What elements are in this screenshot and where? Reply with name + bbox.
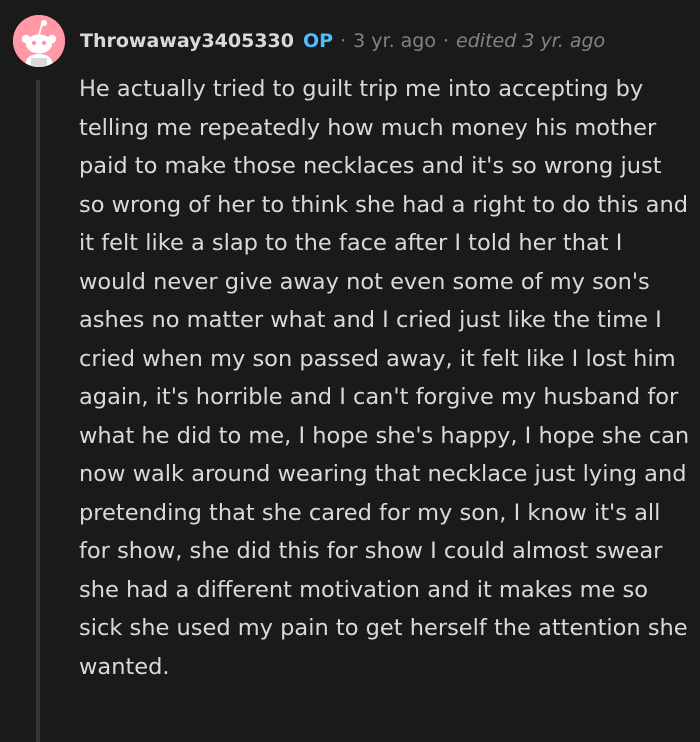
username-link[interactable]: Throwaway3405330 bbox=[80, 30, 294, 52]
separator-dot: · bbox=[443, 30, 450, 52]
separator-dot: · bbox=[340, 30, 347, 52]
thread-collapse-line[interactable] bbox=[36, 80, 40, 742]
snoo-avatar-icon bbox=[13, 15, 65, 67]
comment-meta: Throwaway3405330 OP · 3 yr. ago · edited… bbox=[80, 26, 605, 56]
comment: Throwaway3405330 OP · 3 yr. ago · edited… bbox=[0, 0, 700, 742]
avatar[interactable] bbox=[13, 15, 65, 67]
timestamp-link[interactable]: 3 yr. ago bbox=[353, 30, 436, 52]
edited-label: edited 3 yr. ago bbox=[456, 30, 606, 52]
comment-body: He actually tried to guilt trip me into … bbox=[79, 76, 690, 680]
op-badge: OP bbox=[303, 30, 334, 52]
